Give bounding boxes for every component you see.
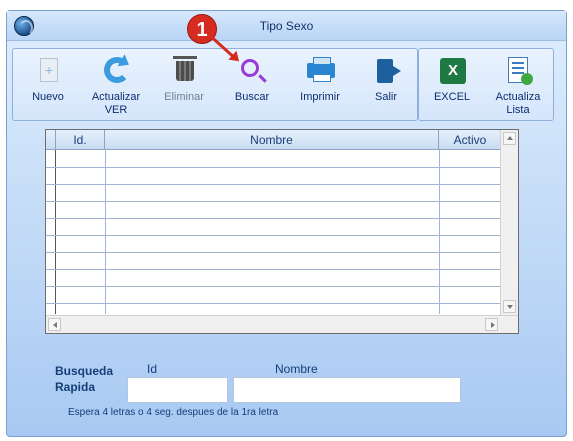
scroll-up-icon[interactable] [503,132,516,145]
imprimir-button[interactable]: Imprimir [289,55,351,117]
nuevo-label: Nuevo [32,91,64,103]
grid-row-line [46,201,502,202]
title-bar: Tipo Sexo [7,11,566,41]
column-header-nombre[interactable]: Nombre [105,130,439,150]
actualiza-lista-label: Actualiza Lista [495,91,541,116]
trash-icon [173,56,197,81]
buscar-button[interactable]: Buscar [221,55,283,117]
salir-button[interactable]: Salir [355,55,417,117]
eliminar-label: Eliminar [164,91,204,103]
grid-divider-activo [439,150,440,314]
grid-row-line [46,269,502,270]
column-header-activo[interactable]: Activo [439,130,502,150]
data-grid[interactable]: Id. Nombre Activo [45,129,519,334]
main-toolbar: Nuevo Actualizar VER Eliminar Buscar Imp… [12,48,418,121]
excel-button[interactable]: X EXCEL [421,55,483,117]
export-toolbar: X EXCEL Actualiza Lista [418,48,554,121]
quick-search-hint: Espera 4 letras o 4 seg. despues de la 1… [68,407,279,418]
actualiza-lista-button[interactable]: Actualiza Lista [487,55,549,117]
quick-search-name-input[interactable] [233,377,461,403]
quick-search-name-label: Nombre [275,362,318,376]
buscar-label: Buscar [234,91,270,103]
scroll-left-icon[interactable] [48,318,61,331]
quick-search-label: Busqueda Rapida [55,364,114,394]
actualizar-label: Actualizar VER [91,91,141,116]
excel-icon: X [440,58,466,84]
grid-row-line [46,184,502,185]
row-selector-header [46,130,56,150]
actualizar-button[interactable]: Actualizar VER [85,55,147,117]
quick-search-id-label: Id [147,362,158,376]
row-selector-column [46,150,56,314]
nuevo-button[interactable]: Nuevo [17,55,79,117]
new-document-icon [40,58,58,82]
grid-row-line [46,286,502,287]
list-update-icon [508,57,533,85]
exit-icon [377,59,401,83]
vertical-scrollbar[interactable] [500,130,518,315]
grid-row-line [46,235,502,236]
scroll-down-icon[interactable] [503,300,516,313]
salir-label: Salir [374,91,397,103]
printer-icon [307,57,335,82]
grid-header: Id. Nombre Activo [46,130,502,150]
window-title: Tipo Sexo [259,19,314,33]
grid-row-line [46,218,502,219]
scroll-right-icon[interactable] [485,318,498,331]
main-window: Tipo Sexo Nuevo Actualizar VER Eliminar … [6,10,567,437]
grid-row-line [46,167,502,168]
quick-search-id-input[interactable] [127,377,228,403]
grid-row-line [46,303,502,304]
column-header-id[interactable]: Id. [56,130,105,150]
eliminar-button[interactable]: Eliminar [153,55,215,117]
refresh-icon [104,57,130,83]
horizontal-scrollbar[interactable] [46,315,518,333]
excel-label: EXCEL [433,91,471,103]
grid-divider-id [105,150,106,314]
grid-row-line [46,252,502,253]
imprimir-label: Imprimir [300,91,340,103]
search-icon [241,59,259,77]
